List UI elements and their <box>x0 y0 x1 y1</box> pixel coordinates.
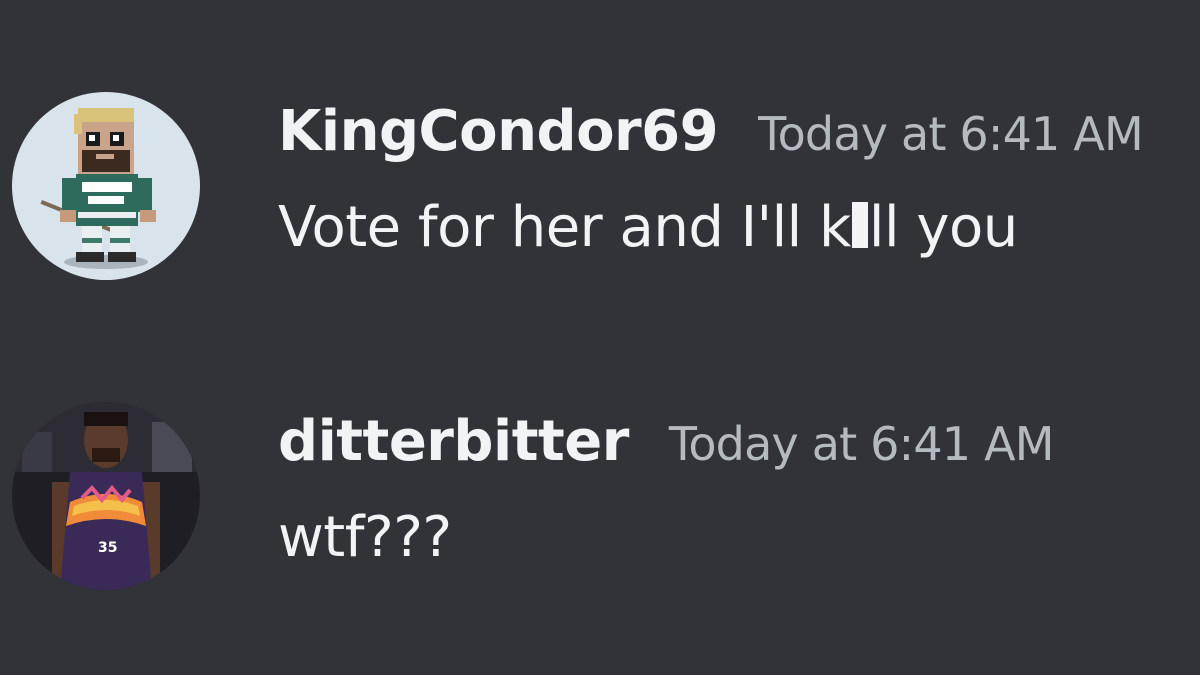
jersey-number: 35 <box>98 540 117 556</box>
message-text-end: ll you <box>868 195 1018 260</box>
message-content: wtf??? <box>278 505 452 570</box>
pixel-character-avatar-icon[interactable] <box>12 92 200 280</box>
chat-message-list: KingCondor69 Today at 6:41 AM Vote for h… <box>0 0 1200 675</box>
message-text-start: Vote for her and I'll k <box>278 195 851 260</box>
username[interactable]: ditterbitter <box>278 414 629 470</box>
message-header: KingCondor69 Today at 6:41 AM <box>278 104 1144 161</box>
username[interactable]: KingCondor69 <box>278 104 719 160</box>
basketball-player-avatar-icon[interactable]: 35 <box>12 402 200 590</box>
message-item: 35 ditterbitter Today at 6:41 AM wtf??? <box>0 398 1200 598</box>
timestamp: Today at 6:41 AM <box>758 107 1144 161</box>
message-content: Vote for her and I'll k ll you <box>278 200 1018 256</box>
message-item: KingCondor69 Today at 6:41 AM Vote for h… <box>0 88 1200 288</box>
censor-bar <box>851 202 868 248</box>
timestamp: Today at 6:41 AM <box>668 417 1055 471</box>
message-header: ditterbitter Today at 6:41 AM <box>278 414 1054 470</box>
